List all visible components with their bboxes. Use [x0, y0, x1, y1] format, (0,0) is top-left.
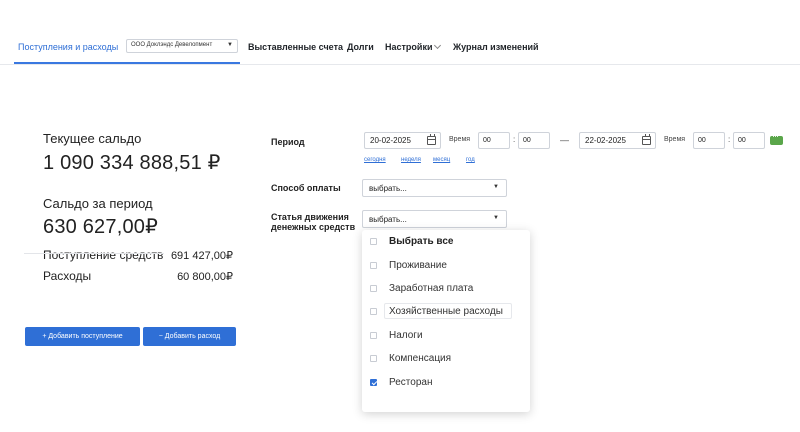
select-all-label: Выбрать все: [389, 236, 454, 247]
chevron-down-icon: [434, 41, 442, 50]
dropdown-option-label: Налоги: [389, 330, 423, 341]
dropdown-option-label: Компенсация: [389, 353, 452, 364]
quick-today-link[interactable]: сегодня: [364, 157, 386, 163]
checkbox-icon[interactable]: [370, 285, 377, 292]
current-balance-label: Текущее сальдо: [43, 131, 142, 146]
chevron-down-icon: ▼: [493, 215, 499, 221]
date-from-value: 20-02-2025: [370, 136, 411, 145]
checkbox-checked-icon[interactable]: [370, 379, 377, 386]
time-from-minutes-input[interactable]: 00: [518, 132, 550, 149]
dropdown-option[interactable]: Заработная плата: [362, 280, 530, 298]
cashflow-article-value: выбрать...: [369, 215, 407, 224]
dropdown-option[interactable]: Компенсация: [362, 350, 530, 368]
time-to-hours-input[interactable]: 00: [693, 132, 725, 149]
top-nav: Поступления и расходы ООО Доклэндс Девел…: [0, 0, 800, 65]
calendar-icon[interactable]: [427, 134, 436, 145]
time-from-separator: :: [513, 135, 516, 144]
tab-invoices[interactable]: Выставленные счета: [248, 42, 343, 52]
dropdown-option[interactable]: Хозяйственные расходы: [362, 303, 530, 321]
tab-income-expenses[interactable]: Поступления и расходы: [18, 42, 118, 52]
tab-debts[interactable]: Долги: [347, 42, 374, 52]
checkbox-icon[interactable]: [370, 262, 377, 269]
time-from-hours-input[interactable]: 00: [478, 132, 510, 149]
period-balance-value: 630 627,00₽: [43, 216, 159, 238]
quick-month-link[interactable]: месяц: [433, 157, 450, 163]
quick-year-link[interactable]: год: [466, 157, 475, 163]
checkbox-icon[interactable]: [370, 308, 377, 315]
dropdown-option[interactable]: Ресторан: [362, 374, 530, 392]
expense-value: 60 800,00₽: [177, 271, 233, 283]
current-balance-value: 1 090 334 888,51 ₽: [43, 152, 221, 174]
time-from-label: Время: [449, 136, 471, 143]
tab-changelog[interactable]: Журнал изменений: [453, 42, 539, 52]
checkbox-icon[interactable]: [370, 355, 377, 362]
period-label: Период: [271, 137, 305, 147]
time-to-minutes-input[interactable]: 00: [733, 132, 765, 149]
dropdown-option-label: Проживание: [389, 260, 447, 271]
chevron-down-icon: ▼: [493, 184, 499, 190]
date-from-input[interactable]: 20-02-2025: [364, 132, 441, 149]
payment-method-label: Способ оплаты: [271, 183, 341, 193]
dropdown-option-label: Ресторан: [389, 377, 433, 388]
tab-settings-label: Настройки: [385, 42, 433, 52]
active-tab-underline: [14, 62, 240, 64]
expense-label: Расходы: [43, 269, 92, 283]
company-select-value: ООО Доклэндс Девелопмент: [131, 42, 213, 48]
dropdown-option-label: Заработная плата: [389, 283, 474, 294]
chevron-down-icon: ▼: [227, 42, 233, 48]
cashflow-article-select[interactable]: выбрать... ▼: [362, 210, 507, 228]
dropdown-option[interactable]: Налоги: [362, 327, 530, 345]
checkbox-icon[interactable]: [370, 238, 377, 245]
add-expense-button[interactable]: − Добавить расход: [143, 327, 236, 346]
dropdown-option-label: Хозяйственные расходы: [389, 306, 503, 317]
time-to-label: Время: [664, 136, 686, 143]
cashflow-article-label-line2: денежных средств: [271, 222, 356, 232]
calendar-icon[interactable]: [642, 134, 651, 145]
checkbox-icon[interactable]: [370, 332, 377, 339]
date-to-value: 22-02-2025: [585, 136, 626, 145]
date-to-input[interactable]: 22-02-2025: [579, 132, 656, 149]
income-label: Поступление средств: [43, 248, 164, 262]
comment-icon[interactable]: [770, 131, 783, 145]
dropdown-divider: [24, 253, 164, 254]
quick-week-link[interactable]: неделя: [401, 157, 421, 163]
period-balance-label: Сальдо за период: [43, 196, 153, 211]
income-value: 691 427,00₽: [170, 250, 233, 262]
select-all-option[interactable]: Выбрать все: [362, 233, 530, 251]
payment-method-value: выбрать...: [369, 184, 407, 193]
tab-settings[interactable]: Настройки: [385, 41, 442, 52]
add-income-button[interactable]: + Добавить поступление: [25, 327, 140, 346]
time-to-separator: :: [728, 135, 731, 144]
company-select[interactable]: ООО Доклэндс Девелопмент ▼: [126, 39, 238, 53]
payment-method-select[interactable]: выбрать... ▼: [362, 179, 507, 197]
dropdown-option[interactable]: Проживание: [362, 257, 530, 275]
cashflow-article-label-line1: Статья движения: [271, 212, 349, 222]
period-dash: —: [560, 135, 569, 145]
